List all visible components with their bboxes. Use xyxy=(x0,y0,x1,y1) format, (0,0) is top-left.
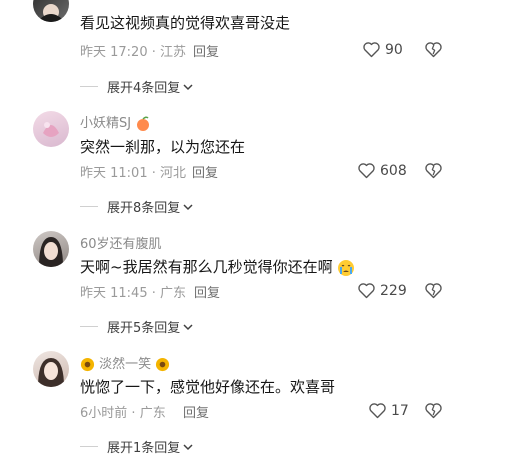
divider xyxy=(80,446,98,447)
divider xyxy=(80,86,98,87)
reply-button[interactable]: 回复 xyxy=(194,282,220,301)
avatar[interactable] xyxy=(33,0,69,22)
like-button[interactable]: 90 xyxy=(362,41,403,58)
dislike-button[interactable] xyxy=(424,282,443,303)
expand-replies[interactable]: 展开8条回复 xyxy=(80,197,194,216)
sunflower-icon xyxy=(156,357,170,372)
avatar[interactable] xyxy=(33,351,69,387)
expand-replies[interactable]: 展开4条回复 xyxy=(80,77,194,96)
chevron-down-icon xyxy=(183,83,193,90)
expand-replies-label: 展开8条回复 xyxy=(107,201,181,216)
comment-time: 昨天 17:20 xyxy=(80,45,148,60)
comment-text: 天啊~我居然有那么几秒觉得你还在啊 xyxy=(80,256,355,277)
sunflower-icon xyxy=(80,357,95,372)
comment-location: 河北 xyxy=(160,166,187,181)
like-count: 90 xyxy=(385,41,403,58)
like-count: 17 xyxy=(391,402,409,419)
avatar[interactable] xyxy=(33,111,69,147)
heart-icon xyxy=(358,283,375,299)
dislike-button[interactable] xyxy=(424,41,443,62)
heart-icon xyxy=(369,403,386,419)
avatar[interactable] xyxy=(33,231,69,267)
like-count: 229 xyxy=(380,282,407,299)
heart-icon xyxy=(363,42,380,58)
expand-replies-label: 展开1条回复 xyxy=(107,441,181,456)
comment-time: 6小时前 xyxy=(80,406,128,421)
chevron-down-icon xyxy=(183,323,193,330)
comment-text: 突然一刹那，以为您还在 xyxy=(80,138,246,156)
reply-button[interactable]: 回复 xyxy=(183,402,209,421)
broken-heart-icon xyxy=(425,163,442,179)
broken-heart-icon xyxy=(425,42,442,58)
comment-list: 看见这视频真的觉得欢喜哥没走 昨天 17:20 · 江苏 回复 90 展开4条回… xyxy=(0,0,518,462)
comment-text: 看见这视频真的觉得欢喜哥没走 xyxy=(80,14,291,32)
expand-replies[interactable]: 展开5条回复 xyxy=(80,317,194,336)
username[interactable]: 淡然一笑 xyxy=(80,353,170,372)
like-count: 608 xyxy=(380,162,407,179)
broken-heart-icon xyxy=(425,283,442,299)
comment-location: 广东 xyxy=(160,286,187,301)
divider xyxy=(80,206,98,207)
comment-location: 广东 xyxy=(139,406,166,421)
chevron-down-icon xyxy=(183,443,193,450)
comment-time: 昨天 11:45 xyxy=(80,286,148,301)
comment-meta: 昨天 11:01 · 河北 xyxy=(80,166,187,181)
divider xyxy=(80,326,98,327)
peach-emoji-icon xyxy=(137,115,150,131)
expand-replies[interactable]: 展开1条回复 xyxy=(80,437,194,456)
like-button[interactable]: 229 xyxy=(357,282,407,299)
comment-meta: 6小时前 · 广东 xyxy=(80,406,166,421)
chevron-down-icon xyxy=(183,203,193,210)
like-button[interactable]: 608 xyxy=(357,162,407,179)
expand-replies-label: 展开4条回复 xyxy=(107,81,181,96)
like-button[interactable]: 17 xyxy=(368,402,409,419)
comment-text: 恍惚了一下，感觉他好像还在。欢喜哥 xyxy=(80,378,336,396)
username[interactable]: 小妖精SJ xyxy=(80,112,151,132)
broken-heart-icon xyxy=(425,403,442,419)
dislike-button[interactable] xyxy=(424,162,443,183)
expand-replies-label: 展开5条回复 xyxy=(107,321,181,336)
dislike-button[interactable] xyxy=(424,402,443,423)
reply-button[interactable]: 回复 xyxy=(193,41,219,60)
comment-meta: 昨天 11:45 · 广东 xyxy=(80,286,187,301)
comment-location: 江苏 xyxy=(160,45,187,60)
comment-meta: 昨天 17:20 · 江苏 xyxy=(80,45,187,60)
heart-icon xyxy=(358,163,375,179)
crying-face-emoji-icon xyxy=(338,259,355,276)
username[interactable]: 60岁还有腹肌 xyxy=(80,233,162,252)
reply-button[interactable]: 回复 xyxy=(192,162,218,181)
comment-time: 昨天 11:01 xyxy=(80,166,148,181)
